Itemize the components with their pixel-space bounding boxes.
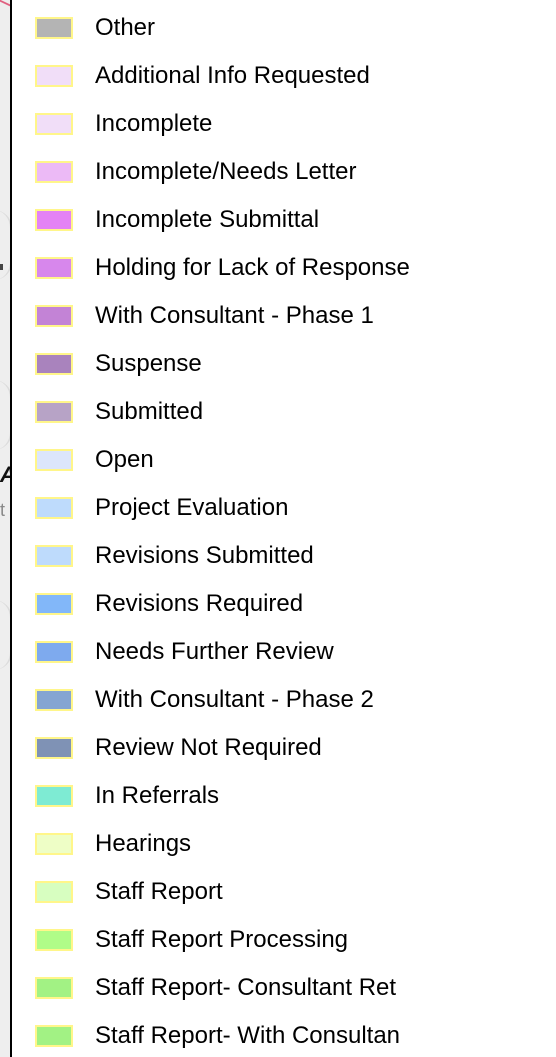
legend-item: Revisions Required [12,580,556,628]
legend-item: Staff Report Processing [12,916,556,964]
legend-swatch [35,1025,73,1047]
legend-item: Open [12,436,556,484]
legend-label: Revisions Submitted [95,542,314,569]
legend-swatch [35,593,73,615]
legend-swatch [35,641,73,663]
legend-swatch [35,497,73,519]
legend-swatch [35,977,73,999]
legend-swatch [35,113,73,135]
legend-label: Project Evaluation [95,494,289,521]
legend-label: Holding for Lack of Response [95,254,410,281]
legend-label: Additional Info Requested [95,62,370,89]
legend-label: Revisions Required [95,590,304,617]
legend-item: Staff Report- With Consultan [12,1012,556,1057]
map-viewport[interactable]: A t Other Additional Info Requested Incomp… [0,0,556,1057]
legend-swatch [35,353,73,375]
map-road [0,380,10,450]
legend-swatch [35,449,73,471]
legend-item: Project Evaluation [12,484,556,532]
legend-item: Other [12,4,556,52]
map-label-fragment: t [0,500,6,520]
legend-label: Staff Report Processing [95,926,349,953]
legend-item: In Referrals [12,772,556,820]
background-map[interactable]: A t [0,0,10,1057]
legend-swatch [35,545,73,567]
legend-list: Other Additional Info Requested Incomplete… [12,4,556,1057]
legend-item: Revisions Submitted [12,532,556,580]
legend-panel: Other Additional Info Requested Incomplete… [12,0,556,1057]
legend-swatch [35,65,73,87]
legend-swatch [35,929,73,951]
legend-item: Incomplete [12,100,556,148]
legend-item: Needs Further Review [12,628,556,676]
legend-label: With Consultant - Phase 2 [95,686,374,713]
legend-item: Review Not Required [12,724,556,772]
map-pin-icon [0,0,10,19]
legend-label: Other [95,14,156,41]
legend-label: Submitted [95,398,204,425]
legend-swatch [35,689,73,711]
legend-label: Staff Report- With Consultan [95,1022,401,1049]
legend-item: Suspense [12,340,556,388]
legend-label: Hearings [95,830,192,857]
legend-swatch [35,833,73,855]
legend-item: Staff Report- Consultant Ret [12,964,556,1012]
legend-swatch [35,209,73,231]
legend-label: Open [95,446,154,473]
legend-label: With Consultant - Phase 1 [95,302,374,329]
legend-item: With Consultant - Phase 1 [12,292,556,340]
legend-item: Staff Report [12,868,556,916]
legend-swatch [35,257,73,279]
legend-label: Staff Report- Consultant Ret [95,974,397,1001]
legend-label: Incomplete/Needs Letter [95,158,357,185]
legend-label: Incomplete Submittal [95,206,320,233]
legend-swatch [35,785,73,807]
legend-label: Suspense [95,350,202,377]
map-marker-icon [0,264,3,270]
legend-item: Holding for Lack of Response [12,244,556,292]
legend-swatch [35,161,73,183]
legend-swatch [35,305,73,327]
legend-swatch [35,737,73,759]
legend-label: Review Not Required [95,734,322,761]
legend-label: Incomplete [95,110,213,137]
legend-label: In Referrals [95,782,220,809]
legend-item: Hearings [12,820,556,868]
legend-label: Staff Report [95,878,223,905]
map-label-fragment: A [0,462,10,488]
legend-item: With Consultant - Phase 2 [12,676,556,724]
legend-swatch [35,17,73,39]
legend-item: Incomplete Submittal [12,196,556,244]
legend-label: Needs Further Review [95,638,334,665]
map-road [0,600,10,670]
legend-item: Submitted [12,388,556,436]
legend-item: Incomplete/Needs Letter [12,148,556,196]
legend-item: Additional Info Requested [12,52,556,100]
legend-swatch [35,881,73,903]
legend-swatch [35,401,73,423]
